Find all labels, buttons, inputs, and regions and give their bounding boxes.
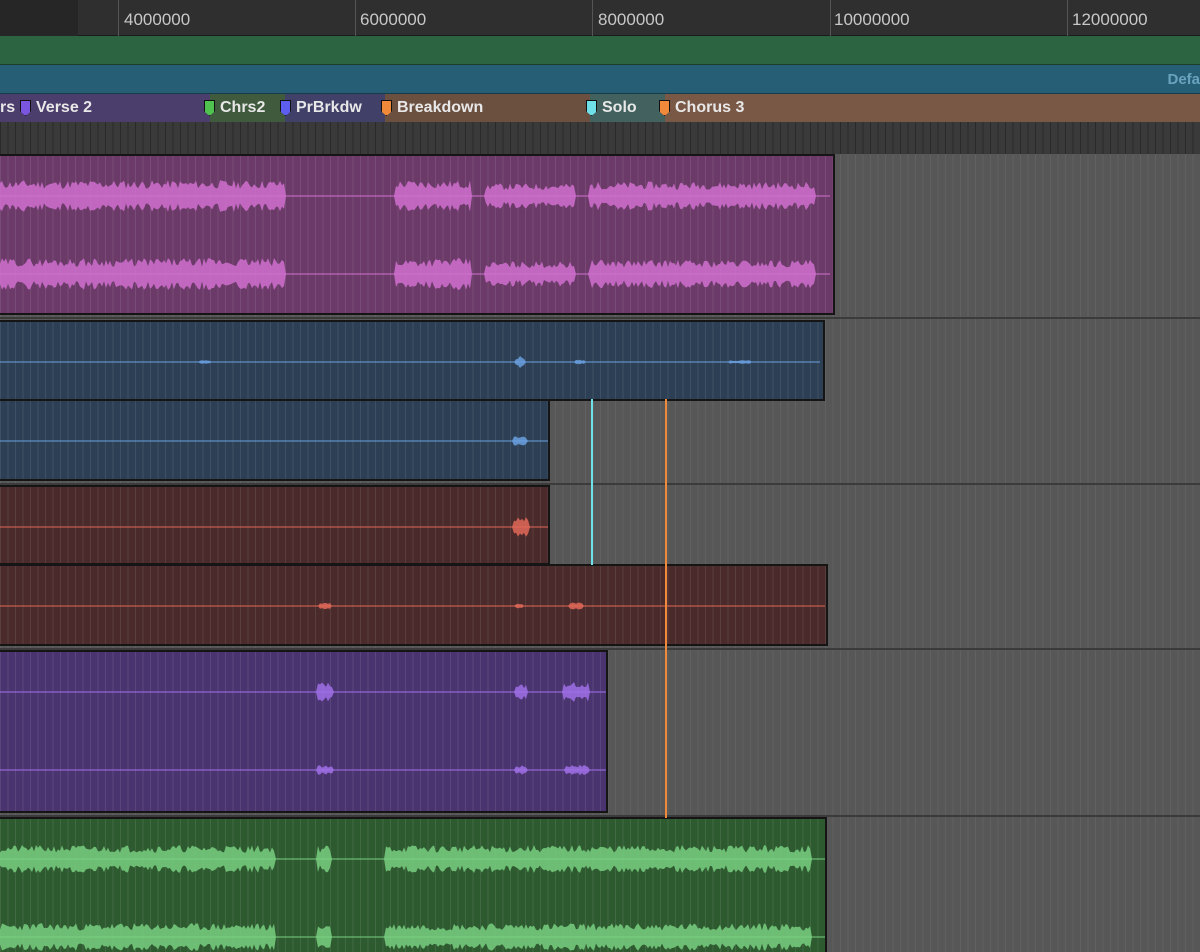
marker-solo[interactable]: Solo bbox=[586, 97, 637, 119]
ruler-label: 10000000 bbox=[834, 10, 910, 29]
marker-lane[interactable]: rs Verse 2 Chrs2 PrBrkdw Breakdown Solo … bbox=[0, 94, 1200, 122]
tempo-lane-label: Defa bbox=[1167, 71, 1200, 88]
marker-label: Chorus 3 bbox=[675, 99, 745, 116]
marker-flag-icon bbox=[204, 100, 215, 116]
marker-verse-1[interactable]: rs bbox=[0, 97, 15, 119]
ruler-label: 6000000 bbox=[360, 10, 427, 29]
marker-label: Solo bbox=[602, 99, 637, 116]
arrangement-lane[interactable] bbox=[0, 36, 1200, 65]
marker-flag-icon bbox=[586, 100, 597, 116]
marker-flag-icon bbox=[659, 100, 670, 116]
waveform bbox=[0, 682, 606, 776]
waveform bbox=[0, 436, 548, 446]
ruler-tick bbox=[355, 0, 356, 36]
tracks-area[interactable] bbox=[0, 154, 1200, 952]
marker-line-chorus-3 bbox=[665, 399, 667, 818]
marker-line-solo bbox=[591, 399, 593, 565]
timeline-grid-strip[interactable] bbox=[0, 122, 1200, 154]
ruler-label: 12000000 bbox=[1072, 10, 1148, 29]
ruler-tick bbox=[592, 0, 593, 36]
ruler-left-region bbox=[0, 0, 78, 36]
audio-clip-red-lower[interactable] bbox=[0, 564, 828, 646]
ruler-tick bbox=[1067, 0, 1068, 36]
marker-chorus-3[interactable]: Chorus 3 bbox=[659, 97, 744, 119]
marker-verse-2[interactable]: Verse 2 bbox=[20, 97, 92, 119]
tempo-lane[interactable]: Defa bbox=[0, 65, 1200, 94]
waveform-shape bbox=[0, 258, 830, 290]
waveform bbox=[0, 180, 830, 290]
waveform-shape bbox=[0, 923, 824, 951]
waveform bbox=[0, 356, 820, 368]
waveform bbox=[0, 517, 548, 537]
marker-flag-icon bbox=[381, 100, 392, 116]
track-separator bbox=[0, 317, 1200, 319]
waveform bbox=[0, 845, 825, 951]
marker-label: PrBrkdw bbox=[296, 99, 362, 116]
marker-label: Chrs2 bbox=[220, 99, 266, 116]
waveform-shape bbox=[0, 845, 824, 873]
ruler-label: 8000000 bbox=[598, 10, 665, 29]
marker-breakdown[interactable]: Breakdown bbox=[381, 97, 483, 119]
marker-flag-icon bbox=[280, 100, 291, 116]
marker-label: Breakdown bbox=[397, 99, 484, 116]
audio-clip-blue-upper[interactable] bbox=[0, 320, 825, 401]
timeline-ruler[interactable]: 4000000 6000000 8000000 10000000 1200000… bbox=[0, 0, 1200, 36]
marker-label: Verse 2 bbox=[36, 99, 93, 116]
marker-label: rs bbox=[0, 99, 16, 116]
waveform bbox=[0, 602, 825, 610]
marker-region bbox=[665, 94, 1200, 122]
marker-flag-icon bbox=[20, 100, 31, 116]
ruler-tick bbox=[830, 0, 831, 36]
waveform-shape bbox=[0, 180, 830, 212]
audio-clip-blue-lower[interactable] bbox=[0, 399, 550, 481]
audio-clip-red-upper[interactable] bbox=[0, 485, 550, 565]
ruler-label: 4000000 bbox=[124, 10, 191, 29]
marker-chrs2[interactable]: Chrs2 bbox=[204, 97, 265, 119]
audio-clip-magenta[interactable] bbox=[0, 154, 835, 315]
ruler-tick bbox=[118, 0, 119, 36]
audio-clip-purple[interactable] bbox=[0, 650, 608, 813]
marker-prbrkdw[interactable]: PrBrkdw bbox=[280, 97, 362, 119]
audio-clip-green[interactable] bbox=[0, 817, 827, 952]
